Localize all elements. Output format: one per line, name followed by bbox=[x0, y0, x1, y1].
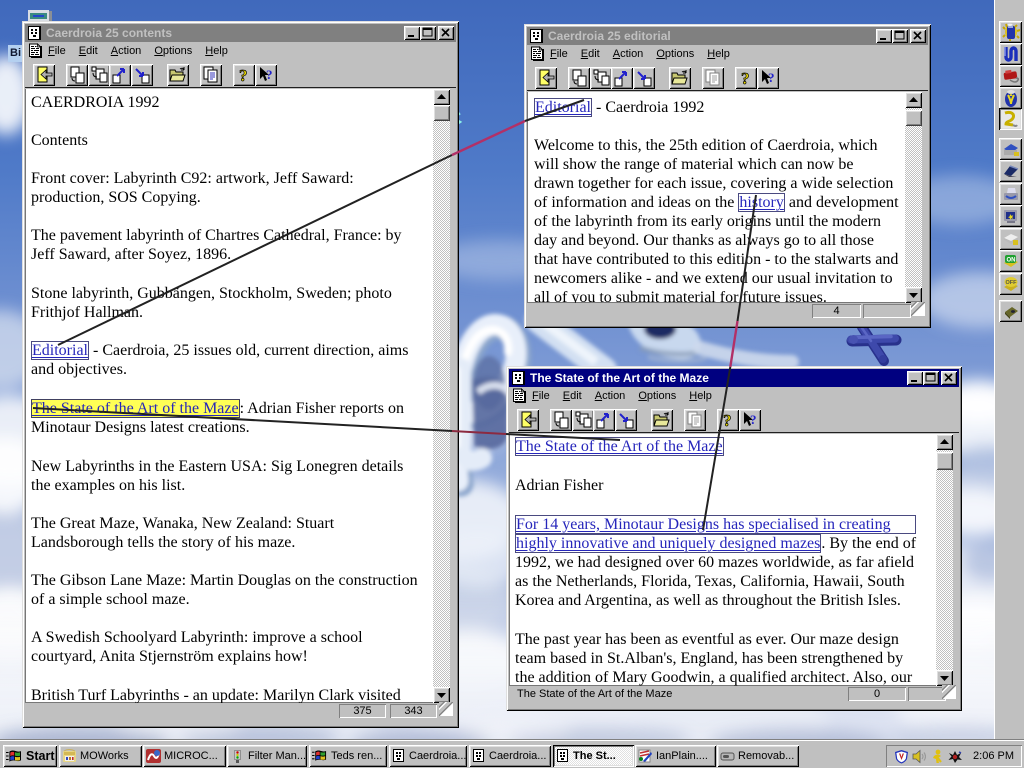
svg-text:OFF: OFF bbox=[1006, 280, 1018, 286]
svg-text:ON: ON bbox=[1007, 258, 1016, 264]
